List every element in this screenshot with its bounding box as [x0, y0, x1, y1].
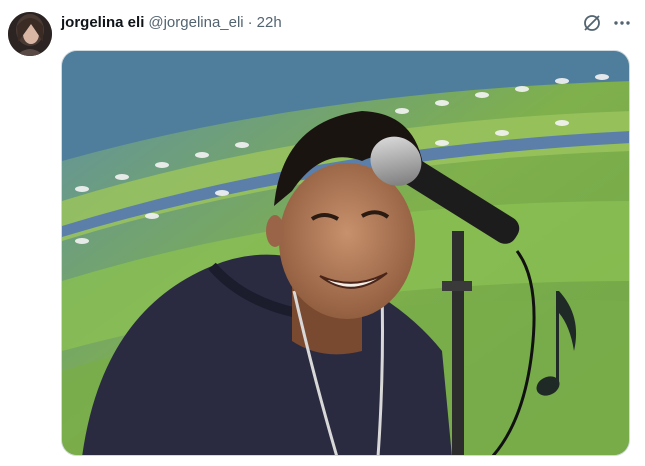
tweet[interactable]: jorgelina eli @jorgelina_eli · 22h — [0, 0, 645, 466]
tweet-header: jorgelina eli @jorgelina_eli · 22h — [61, 12, 282, 34]
tweet-media-photo[interactable] — [61, 50, 630, 456]
avatar[interactable] — [8, 12, 52, 56]
tweet-timestamp[interactable]: 22h — [257, 13, 282, 33]
separator-dot: · — [247, 14, 253, 31]
author-display-name[interactable]: jorgelina eli — [61, 13, 144, 33]
more-icon[interactable] — [611, 12, 633, 34]
author-handle[interactable]: @jorgelina_eli — [148, 13, 243, 33]
tweet-actions — [581, 12, 633, 34]
grok-icon[interactable] — [581, 12, 603, 34]
